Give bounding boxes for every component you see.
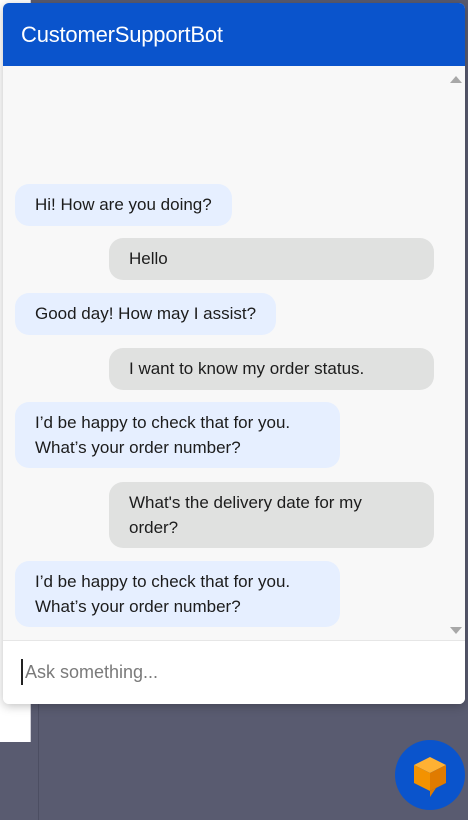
bot-message: Good day! How may I assist? [15, 293, 277, 335]
chat-launcher-button[interactable] [395, 740, 465, 810]
scroll-up-arrow-icon[interactable] [450, 76, 462, 83]
bot-message: Hi! How are you doing? [15, 184, 232, 226]
background-divider [38, 700, 39, 820]
chat-header: CustomerSupportBot [3, 3, 465, 66]
input-bar [3, 640, 465, 704]
user-message: Hello [109, 238, 434, 280]
chat-title: CustomerSupportBot [21, 21, 223, 47]
message-input[interactable] [21, 659, 445, 685]
user-message: I want to know my order status. [109, 348, 434, 390]
chat-window: CustomerSupportBot Hi! How are you doing… [3, 3, 465, 704]
chat-cube-icon [414, 757, 446, 797]
message-scrollbar[interactable] [447, 66, 465, 640]
message-list: Hi! How are you doing? Hello Good day! H… [3, 66, 447, 640]
bot-message: I’d be happy to check that for you. What… [15, 402, 340, 468]
scroll-down-arrow-icon[interactable] [450, 627, 462, 634]
user-message: What's the delivery date for my order? [109, 482, 434, 548]
bot-message: I’d be happy to check that for you. What… [15, 561, 340, 627]
